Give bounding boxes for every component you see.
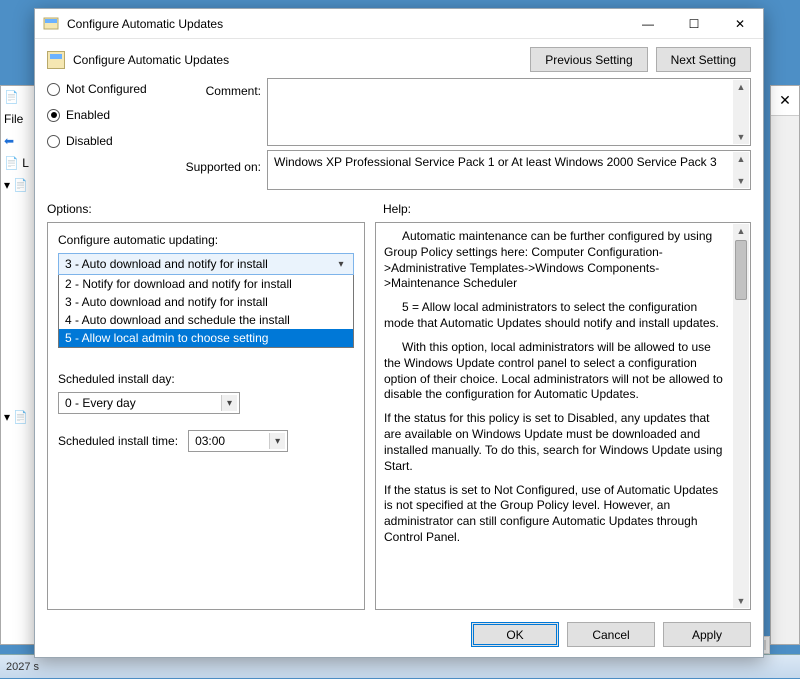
help-label: Help: xyxy=(383,202,411,216)
dialog-header-row: Configure Automatic Updates Previous Set… xyxy=(47,47,751,72)
configure-updating-label: Configure automatic updating: xyxy=(58,233,354,247)
configure-updating-dropdown-list[interactable]: 2 - Notify for download and notify for i… xyxy=(58,275,354,348)
supported-text: Windows XP Professional Service Pack 1 o… xyxy=(274,155,717,169)
help-paragraph: Automatic maintenance can be further con… xyxy=(384,229,728,292)
help-paragraph: If the status is set to Not Configured, … xyxy=(384,483,728,546)
configure-updating-dropdown[interactable]: 3 - Auto download and notify for install… xyxy=(58,253,354,275)
bg-scrollbar[interactable] xyxy=(771,115,799,644)
scroll-down-icon[interactable]: ▼ xyxy=(733,594,749,608)
radio-label: Not Configured xyxy=(66,82,147,96)
help-paragraph: 5 = Allow local administrators to select… xyxy=(384,300,728,332)
policy-icon xyxy=(47,51,65,69)
dropdown-option[interactable]: 4 - Auto download and schedule the insta… xyxy=(59,311,353,329)
bg-close-icon[interactable]: ✕ xyxy=(771,86,799,115)
state-grid: Not Configured Enabled Disabled Comment:… xyxy=(47,78,751,190)
scroll-up-icon[interactable]: ▲ xyxy=(733,80,749,94)
radio-label: Enabled xyxy=(66,108,110,122)
cancel-button[interactable]: Cancel xyxy=(567,622,655,647)
comment-textarea[interactable]: ▲ ▼ xyxy=(267,78,751,146)
chevron-down-icon: ▾ xyxy=(221,395,237,411)
next-setting-button[interactable]: Next Setting xyxy=(656,47,751,72)
dialog-heading: Configure Automatic Updates xyxy=(73,53,522,67)
dialog-button-row: OK Cancel Apply xyxy=(47,616,751,647)
help-paragraph: With this option, local administrators w… xyxy=(384,340,728,403)
apply-button[interactable]: Apply xyxy=(663,622,751,647)
state-radio-group: Not Configured Enabled Disabled xyxy=(47,78,175,148)
bg-status-text: 2027 s xyxy=(6,661,39,673)
combo-value: 0 - Every day xyxy=(65,396,136,410)
scrollbar[interactable]: ▲ ▼ xyxy=(733,80,749,144)
dropdown-option[interactable]: 2 - Notify for download and notify for i… xyxy=(59,275,353,293)
scroll-down-icon[interactable]: ▼ xyxy=(733,174,749,188)
radio-label: Disabled xyxy=(66,134,113,148)
radio-icon xyxy=(47,135,60,148)
scheduled-time-combo[interactable]: 03:00 ▾ xyxy=(188,430,288,452)
scroll-up-icon[interactable]: ▲ xyxy=(733,152,749,166)
pane-labels: Options: Help: xyxy=(47,202,751,216)
titlebar[interactable]: Configure Automatic Updates — ☐ ✕ xyxy=(35,9,763,39)
dialog-body: Configure Automatic Updates Previous Set… xyxy=(35,39,763,657)
radio-icon xyxy=(47,83,60,96)
configure-automatic-updates-dialog: Configure Automatic Updates — ☐ ✕ Config… xyxy=(34,8,764,658)
chevron-down-icon: ▾ xyxy=(269,433,285,449)
radio-not-configured[interactable]: Not Configured xyxy=(47,82,175,96)
comment-label: Comment: xyxy=(181,78,261,98)
help-pane: Automatic maintenance can be further con… xyxy=(375,222,751,610)
scroll-thumb[interactable] xyxy=(735,240,747,300)
radio-disabled[interactable]: Disabled xyxy=(47,134,175,148)
scroll-down-icon[interactable]: ▼ xyxy=(733,130,749,144)
dropdown-option[interactable]: 3 - Auto download and notify for install xyxy=(59,293,353,311)
minimize-button[interactable]: — xyxy=(625,9,671,39)
options-label: Options: xyxy=(47,202,363,216)
previous-setting-button[interactable]: Previous Setting xyxy=(530,47,647,72)
scheduled-day-combo[interactable]: 0 - Every day ▾ xyxy=(58,392,240,414)
scroll-track[interactable] xyxy=(733,302,749,594)
options-pane: Configure automatic updating: 3 - Auto d… xyxy=(47,222,365,610)
scrollbar[interactable]: ▲ ▼ xyxy=(733,224,749,608)
scheduled-time-label: Scheduled install time: xyxy=(58,434,178,448)
scroll-up-icon[interactable]: ▲ xyxy=(733,224,749,238)
scheduled-time-row: Scheduled install time: 03:00 ▾ xyxy=(58,430,354,452)
dropdown-value: 3 - Auto download and notify for install xyxy=(65,257,268,271)
supported-on-box: Windows XP Professional Service Pack 1 o… xyxy=(267,150,751,190)
help-paragraph: If the status for this policy is set to … xyxy=(384,411,728,474)
scrollbar[interactable]: ▲ ▼ xyxy=(733,152,749,188)
radio-enabled[interactable]: Enabled xyxy=(47,108,175,122)
radio-icon xyxy=(47,109,60,122)
ok-button[interactable]: OK xyxy=(471,622,559,647)
chevron-down-icon: ▾ xyxy=(333,257,349,271)
combo-value: 03:00 xyxy=(195,434,225,448)
window-title: Configure Automatic Updates xyxy=(67,17,625,31)
maximize-button[interactable]: ☐ xyxy=(671,9,717,39)
options-help-panes: Configure automatic updating: 3 - Auto d… xyxy=(47,222,751,610)
close-button[interactable]: ✕ xyxy=(717,9,763,39)
scheduled-day-label: Scheduled install day: xyxy=(58,372,354,386)
background-right-panel: ✕ xyxy=(770,85,800,645)
app-icon xyxy=(43,16,59,32)
supported-label: Supported on: xyxy=(181,150,261,174)
dropdown-option-selected[interactable]: 5 - Allow local admin to choose setting xyxy=(59,329,353,347)
